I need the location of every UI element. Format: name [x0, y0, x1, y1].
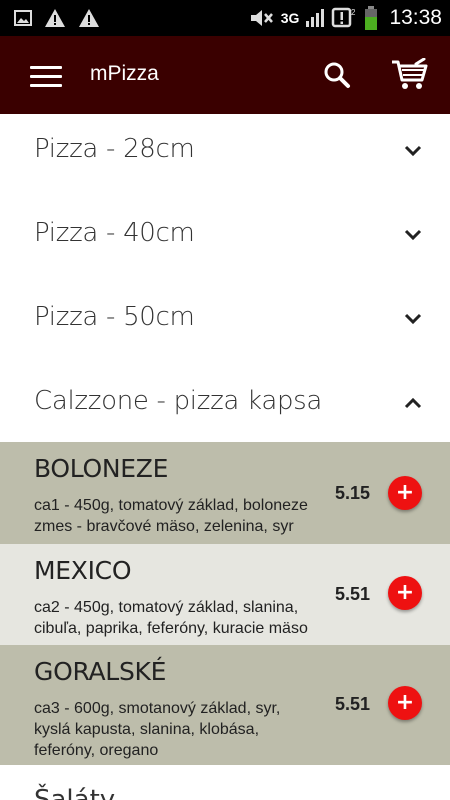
- clock: 13:38: [389, 6, 442, 29]
- network-type: 3G: [280, 10, 300, 26]
- app-bar: mPizza: [0, 36, 450, 114]
- category-pizza-28cm[interactable]: Pizza - 28cm: [0, 114, 450, 198]
- warning-icon: [79, 9, 99, 27]
- menu-button[interactable]: [30, 64, 62, 88]
- category-label: Šaláty: [34, 785, 116, 800]
- item-name: GORALSKÉ: [34, 657, 167, 686]
- app-title: mPizza: [90, 62, 159, 85]
- category-label: Pizza - 40cm: [34, 218, 195, 248]
- status-left-icons: [14, 8, 100, 28]
- menu-icon-bar: [30, 66, 62, 69]
- chevron-down-icon: [404, 145, 422, 157]
- menu-item-goralske[interactable]: GORALSKÉ ca3 - 600g, smotanový základ, s…: [0, 645, 450, 765]
- mute-icon: [250, 10, 273, 26]
- menu-item-mexico[interactable]: MEXICO ca2 - 450g, tomatový základ, slan…: [0, 544, 450, 645]
- category-calzzone[interactable]: Calzzone - pizza kapsa: [0, 366, 450, 442]
- item-description-line: kyslá kapusta, slanina, klobása,: [34, 721, 260, 738]
- search-button[interactable]: [322, 60, 352, 90]
- menu-icon-bar: [30, 84, 62, 87]
- chevron-up-icon: [404, 397, 422, 409]
- signal-icon: [306, 9, 325, 27]
- svg-text:2: 2: [351, 8, 356, 17]
- item-description-line: cibuľa, paprika, feferóny, kuracie mäso: [34, 620, 308, 637]
- plus-icon: +: [395, 580, 415, 605]
- category-pizza-40cm[interactable]: Pizza - 40cm: [0, 198, 450, 282]
- add-to-cart-button[interactable]: +: [388, 576, 422, 610]
- warning-icon: [45, 9, 65, 27]
- category-label: Pizza - 50cm: [34, 302, 195, 332]
- chevron-down-icon: [404, 229, 422, 241]
- add-to-cart-button[interactable]: +: [388, 686, 422, 720]
- item-name: BOLONEZE: [34, 454, 169, 483]
- item-name: MEXICO: [34, 556, 132, 585]
- status-bar: 3G 2 13:38: [0, 0, 450, 36]
- item-description: ca1 - 450g, tomatový základ, boloneze zm…: [34, 495, 334, 537]
- status-right-icons: 3G 2 13:38: [249, 5, 442, 31]
- item-description: ca2 - 450g, tomatový základ, slanina, ci…: [34, 597, 334, 639]
- plus-icon: +: [395, 480, 415, 505]
- menu-item-boloneze[interactable]: BOLONEZE ca1 - 450g, tomatový základ, bo…: [0, 442, 450, 544]
- category-label: Pizza - 28cm: [34, 134, 195, 164]
- menu-icon-bar: [30, 75, 62, 78]
- item-description-line: ca2 - 450g, tomatový základ, slanina,: [34, 599, 299, 616]
- add-to-cart-button[interactable]: +: [388, 476, 422, 510]
- item-description: ca3 - 600g, smotanový základ, syr, kyslá…: [34, 698, 334, 761]
- item-price: 5.51: [335, 584, 371, 604]
- category-salaty[interactable]: Šaláty: [0, 765, 450, 800]
- item-description-line: ca1 - 450g, tomatový základ, boloneze: [34, 497, 308, 514]
- chevron-down-icon: [404, 313, 422, 325]
- cart-button[interactable]: [390, 57, 430, 92]
- cart-icon: [392, 57, 428, 89]
- item-price: 5.15: [335, 483, 371, 503]
- notification-icon: 2: [332, 7, 356, 28]
- item-description-line: zmes - bravčové mäso, zelenina, syr: [34, 518, 294, 535]
- item-description-line: feferóny, oregano: [34, 742, 159, 759]
- search-icon: [324, 62, 350, 88]
- category-label: Calzzone - pizza kapsa: [34, 386, 323, 416]
- item-price: 5.51: [335, 694, 371, 714]
- image-icon: [14, 10, 32, 26]
- battery-icon: [365, 6, 378, 30]
- category-pizza-50cm[interactable]: Pizza - 50cm: [0, 282, 450, 366]
- item-description-line: ca3 - 600g, smotanový základ, syr,: [34, 700, 281, 717]
- plus-icon: +: [395, 690, 415, 715]
